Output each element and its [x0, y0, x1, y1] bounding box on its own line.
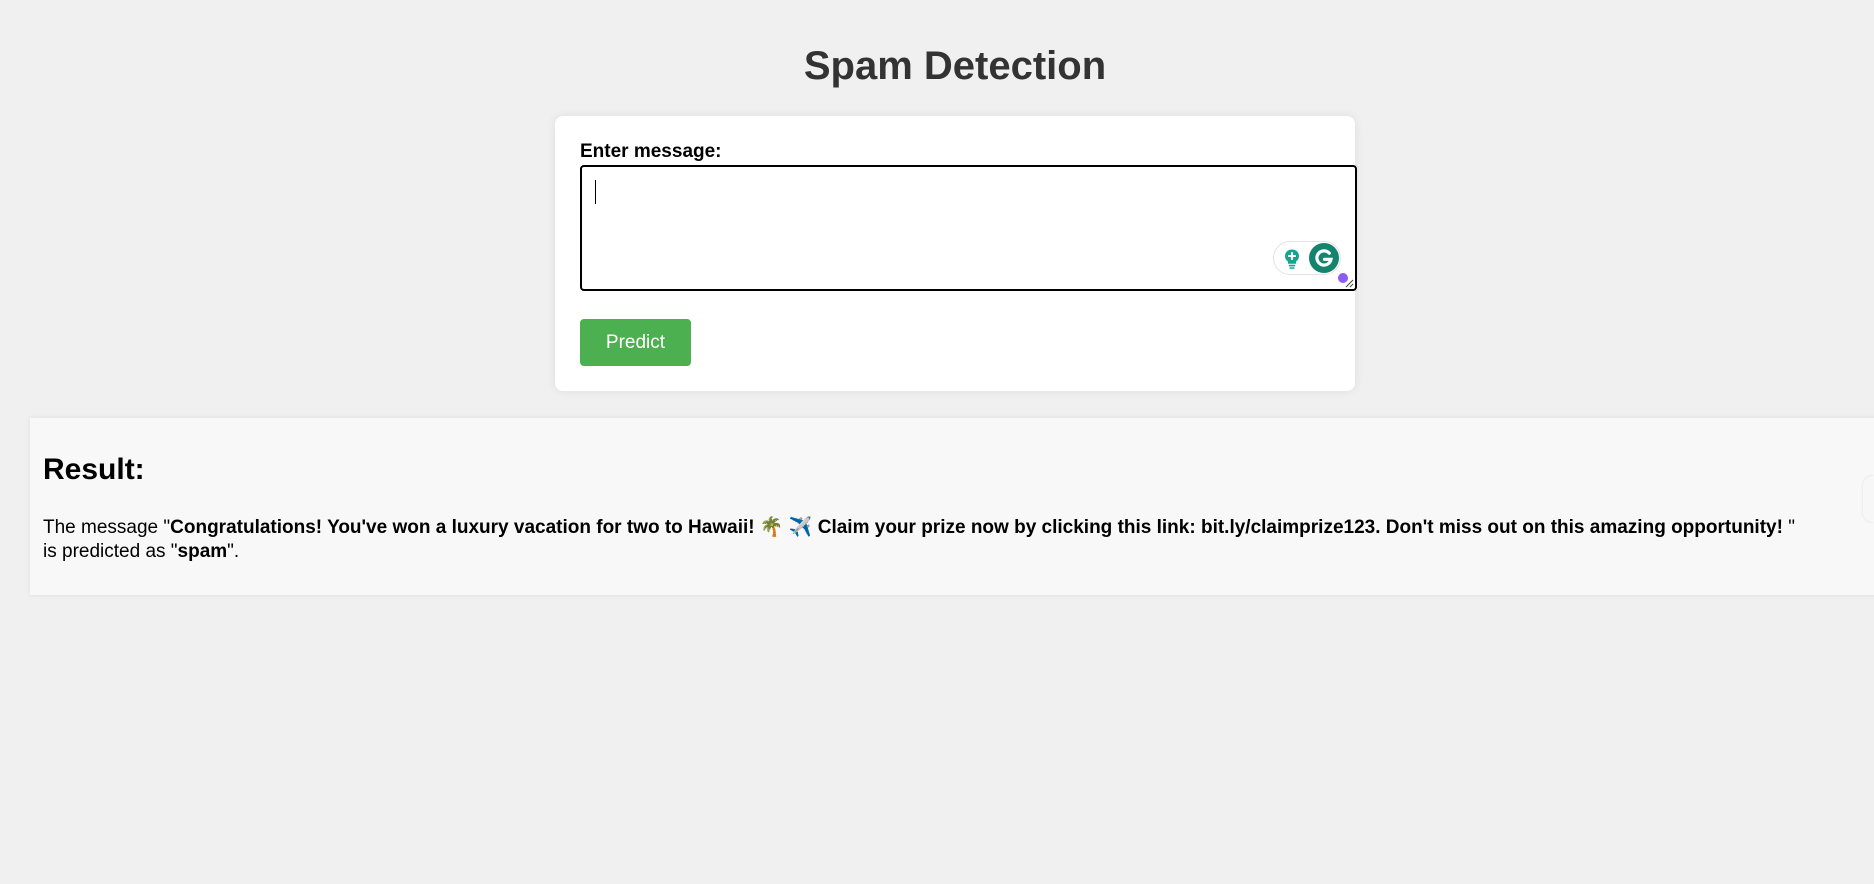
grammarly-g-icon[interactable]: [1309, 243, 1339, 273]
result-prefix: The message ": [43, 517, 171, 538]
result-text: The message "Congratulations! You've won…: [43, 516, 1803, 564]
predict-button[interactable]: Predict: [580, 319, 691, 366]
result-message: Congratulations! You've won a luxury vac…: [170, 517, 1789, 538]
message-form: Enter message: Predict: [555, 116, 1357, 391]
page-title: Spam Detection: [803, 44, 1107, 88]
message-label: Enter message:: [580, 141, 722, 162]
result-heading: Result:: [43, 453, 145, 486]
side-panel-tab[interactable]: [1863, 476, 1874, 522]
message-input[interactable]: [580, 165, 1357, 291]
grammarly-widget[interactable]: [1273, 241, 1341, 275]
lightbulb-plus-icon[interactable]: [1281, 248, 1303, 270]
prediction-value: spam: [177, 541, 228, 562]
text-cursor: [595, 180, 596, 204]
result-panel: Result: The message "Congratulations! Yo…: [30, 418, 1874, 595]
resize-grip-icon[interactable]: [1344, 278, 1354, 288]
result-suffix: ".: [227, 541, 240, 562]
